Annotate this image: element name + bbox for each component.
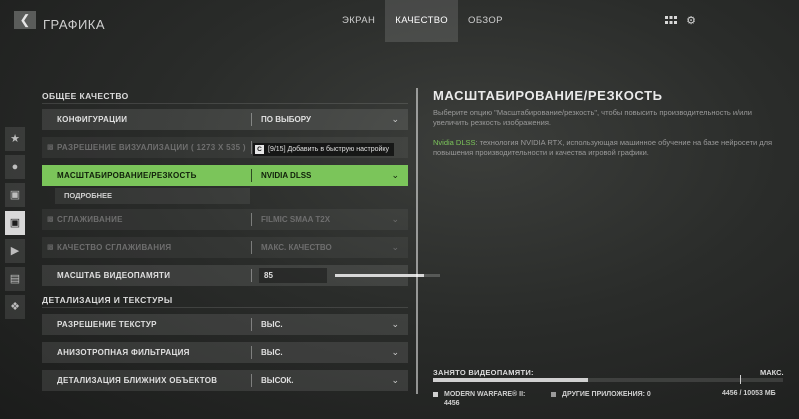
sidebar-item-interface[interactable]: ▤: [5, 267, 25, 291]
detail-title: МАСШТАБИРОВАНИЕ/РЕЗКОСТЬ: [433, 88, 663, 103]
divider: [251, 141, 252, 154]
setting-label: СГЛАЖИВАНИЕ: [57, 215, 123, 224]
vram-max-marker: [740, 375, 741, 384]
setting-value: FILMIC SMAA T2X: [261, 215, 331, 224]
more-details-button[interactable]: ПОДРОБНЕЕ: [55, 188, 250, 204]
legend-game-label: MODERN WARFARE® II:: [444, 391, 526, 398]
setting-label: КОНФИГУРАЦИИ: [57, 115, 128, 124]
setting-anisotropic[interactable]: АНИЗОТРОПНАЯ ФИЛЬТРАЦИЯ ВЫС. ⌄: [42, 342, 408, 363]
chevron-left-icon: ❮: [19, 12, 31, 27]
setting-label: ДЕТАЛИЗАЦИЯ БЛИЖНИХ ОБЪЕКТОВ: [57, 376, 218, 385]
key-hint: C: [255, 144, 264, 154]
setting-label: МАСШТАБ ВИДЕОПАМЯТИ: [57, 271, 171, 280]
setting-config[interactable]: КОНФИГУРАЦИИ ПО ВЫБОРУ ⌄: [42, 109, 408, 130]
lock-icon: ▩: [47, 216, 54, 223]
window-icon: ▤: [9, 273, 21, 285]
divider: [251, 269, 252, 282]
lock-icon: ▩: [47, 144, 54, 151]
setting-texture-resolution[interactable]: РАЗРЕШЕНИЕ ТЕКСТУР ВЫС. ⌄: [42, 314, 408, 335]
controller-icon: ▣: [9, 189, 21, 201]
side-nav: ★ ● ▣ ▣ ▶ ▤ ❖: [5, 127, 25, 323]
star-icon: ★: [10, 133, 20, 145]
gear-icon[interactable]: ⚙: [684, 14, 698, 28]
vram-usage-label: ЗАНЯТО ВИДЕОПАМЯТИ:: [433, 368, 534, 377]
setting-upscaling[interactable]: МАСШТАБИРОВАНИЕ/РЕЗКОСТЬ NVIDIA DLSS ⌄: [42, 165, 408, 186]
setting-aa-quality: ▩ КАЧЕСТВО СГЛАЖИВАНИЯ МАКС. КАЧЕСТВО ⌄: [42, 237, 408, 258]
sidebar-item-character[interactable]: ●: [5, 155, 25, 179]
back-button[interactable]: ❮: [14, 11, 36, 29]
chevron-down-icon: ⌄: [391, 347, 399, 357]
chevron-down-icon: ⌄: [391, 214, 399, 224]
tab-screen[interactable]: ЭКРАН: [332, 0, 385, 42]
sidebar-item-favorites[interactable]: ★: [5, 127, 25, 151]
setting-value: NVIDIA DLSS: [261, 171, 312, 180]
vram-scale-slider[interactable]: [335, 274, 440, 277]
setting-value: ПО ВЫБОРУ: [261, 115, 311, 124]
figure-icon: ●: [11, 161, 19, 173]
vram-max-label: МАКС.: [760, 368, 784, 377]
divider: [251, 241, 252, 254]
setting-near-detail[interactable]: ДЕТАЛИЗАЦИЯ БЛИЖНИХ ОБЪЕКТОВ ВЫСОК. ⌄: [42, 370, 408, 391]
tab-quality[interactable]: КАЧЕСТВО: [385, 0, 459, 42]
display-slash-icon: ▣: [9, 217, 21, 229]
divider: [251, 213, 252, 226]
divider: [251, 113, 252, 126]
legend-swatch: [433, 391, 438, 397]
detail-description: Выберите опцию "Масштабирование/резкость…: [433, 108, 752, 127]
section-divider: [42, 103, 408, 104]
sidebar-item-network[interactable]: ❖: [5, 295, 25, 319]
sidebar-item-controller[interactable]: ▣: [5, 183, 25, 207]
vram-usage-bar: [433, 378, 783, 382]
chevron-down-icon: ⌄: [391, 170, 399, 180]
tooltip-text: [9/15] Добавить в быструю настройку: [268, 146, 390, 153]
setting-label: МАСШТАБИРОВАНИЕ/РЕЗКОСТЬ: [57, 171, 197, 180]
vram-legend-game: MODERN WARFARE® II: 4456: [433, 390, 525, 408]
dlss-name: Nvidia DLSS: [433, 138, 476, 147]
legend-game-value: 4456: [444, 400, 460, 407]
legend-swatch: [551, 391, 556, 397]
dlss-text: : технология NVIDIA RTX, использующая ма…: [433, 138, 773, 157]
tab-bar: ЭКРАН КАЧЕСТВО ОБЗОР: [332, 0, 513, 42]
chevron-down-icon: ⌄: [391, 114, 399, 124]
divider: [251, 374, 252, 387]
setting-label: РАЗРЕШЕНИЕ ВИЗУАЛИЗАЦИИ ( 1273 X 535 ): [57, 143, 246, 152]
top-bar: ❮ ГРАФИКА ЭКРАН КАЧЕСТВО ОБЗОР ⚙: [0, 0, 799, 42]
divider: [251, 346, 252, 359]
setting-value: ВЫС.: [261, 348, 283, 357]
divider: [251, 318, 252, 331]
slider-value: 85: [259, 268, 327, 283]
grid-icon[interactable]: [664, 14, 678, 28]
legend-other-label: ДРУГИЕ ПРИЛОЖЕНИЯ: 0: [562, 391, 651, 398]
divider: [251, 169, 252, 182]
setting-value: МАКС. КАЧЕСТВО: [261, 243, 332, 252]
speaker-icon: ▶: [10, 245, 20, 257]
setting-value: ВЫСОК.: [261, 376, 294, 385]
lock-icon: ▩: [47, 244, 54, 251]
chevron-down-icon: ⌄: [391, 319, 399, 329]
chevron-down-icon: ⌄: [391, 242, 399, 252]
setting-label: КАЧЕСТВО СГЛАЖИВАНИЯ: [57, 243, 172, 252]
sidebar-item-audio[interactable]: ▶: [5, 239, 25, 263]
setting-value: ВЫС.: [261, 320, 283, 329]
page-title: ГРАФИКА: [43, 17, 106, 32]
network-icon: ❖: [10, 301, 20, 313]
more-details-label: ПОДРОБНЕЕ: [64, 191, 113, 200]
section-divider: [42, 307, 408, 308]
setting-vram-scale[interactable]: МАСШТАБ ВИДЕОПАМЯТИ 85: [42, 265, 440, 286]
vram-usage-fill: [433, 378, 589, 382]
sidebar-item-graphics[interactable]: ▣: [5, 211, 25, 235]
setting-antialiasing: ▩ СГЛАЖИВАНИЕ FILMIC SMAA T2X ⌄: [42, 209, 408, 230]
panel-divider: [416, 88, 418, 394]
chevron-down-icon: ⌄: [391, 375, 399, 385]
section-title-general: ОБЩЕЕ КАЧЕСТВО: [42, 91, 129, 101]
section-title-details: ДЕТАЛИЗАЦИЯ И ТЕКСТУРЫ: [42, 295, 173, 305]
vram-total: 4456 / 10053 МБ: [722, 390, 776, 397]
vram-legend-other: ДРУГИЕ ПРИЛОЖЕНИЯ: 0: [551, 390, 651, 399]
slider-fill: [335, 274, 425, 277]
tab-overview[interactable]: ОБЗОР: [458, 0, 513, 42]
setting-label: АНИЗОТРОПНАЯ ФИЛЬТРАЦИЯ: [57, 348, 190, 357]
detail-dlss-info: Nvidia DLSS: технология NVIDIA RTX, испо…: [433, 138, 783, 158]
quick-settings-tooltip: C [9/15] Добавить в быструю настройку: [253, 143, 395, 156]
setting-label: РАЗРЕШЕНИЕ ТЕКСТУР: [57, 320, 157, 329]
